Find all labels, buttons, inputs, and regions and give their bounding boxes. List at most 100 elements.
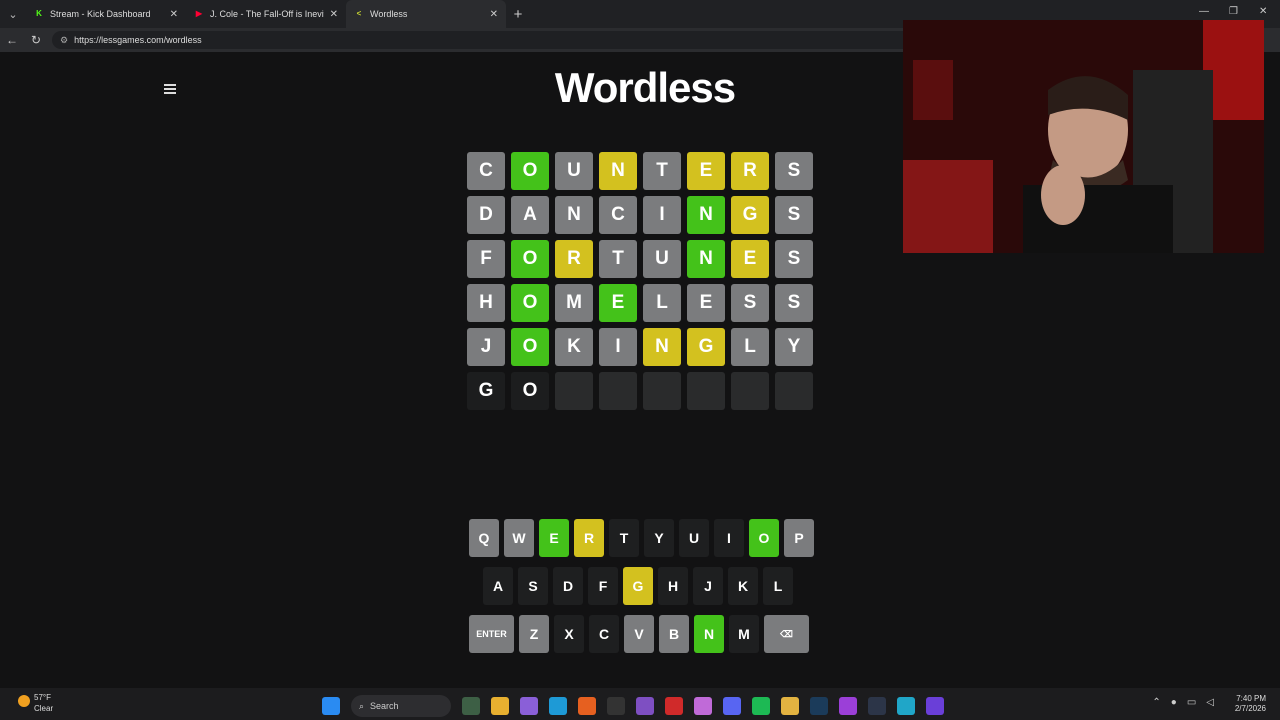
- key-h[interactable]: H: [658, 567, 688, 605]
- tray-chevron-icon[interactable]: ⌃: [1152, 697, 1160, 708]
- network-icon[interactable]: ▭: [1187, 697, 1196, 708]
- key-q[interactable]: Q: [469, 519, 499, 557]
- key-k[interactable]: K: [728, 567, 758, 605]
- board-tile: N: [643, 328, 681, 366]
- volume-icon[interactable]: ◁: [1206, 697, 1214, 708]
- board-tile: H: [467, 284, 505, 322]
- edge-icon[interactable]: [549, 697, 567, 715]
- board-tile: [643, 372, 681, 410]
- url-text: https://lessgames.com/wordless: [74, 35, 202, 45]
- menu-icon[interactable]: [162, 82, 178, 96]
- key-r[interactable]: R: [574, 519, 604, 557]
- board-tile: [775, 372, 813, 410]
- media-app-icon[interactable]: [665, 697, 683, 715]
- obs-icon[interactable]: [607, 697, 625, 715]
- key-g[interactable]: G: [623, 567, 653, 605]
- app-purple-icon[interactable]: [839, 697, 857, 715]
- tab-close-icon[interactable]: ✕: [170, 9, 178, 20]
- minimize-icon[interactable]: —: [1199, 6, 1209, 17]
- folder-icon[interactable]: [781, 697, 799, 715]
- key-n[interactable]: N: [694, 615, 724, 653]
- board-tile: A: [511, 196, 549, 234]
- key-l[interactable]: L: [763, 567, 793, 605]
- backspace-key[interactable]: ⌫: [764, 615, 809, 653]
- tab-list-chevron-icon[interactable]: ⌄: [0, 0, 26, 28]
- board-tile: D: [467, 196, 505, 234]
- key-v[interactable]: V: [624, 615, 654, 653]
- key-b[interactable]: B: [659, 615, 689, 653]
- reload-button[interactable]: ↻: [24, 28, 48, 52]
- app-cyan-icon[interactable]: [897, 697, 915, 715]
- weather-widget[interactable]: 57°F Clear: [18, 692, 53, 714]
- new-tab-button[interactable]: +: [506, 0, 530, 28]
- widgets-icon[interactable]: [462, 697, 480, 715]
- webcam-overlay: [903, 20, 1264, 253]
- board-tile: S: [775, 196, 813, 234]
- key-d[interactable]: D: [553, 567, 583, 605]
- copilot-icon[interactable]: [520, 697, 538, 715]
- key-i[interactable]: I: [714, 519, 744, 557]
- discord-icon[interactable]: [723, 697, 741, 715]
- key-e[interactable]: E: [539, 519, 569, 557]
- fx-icon[interactable]: [926, 697, 944, 715]
- board-tile: G: [467, 372, 505, 410]
- clock-time: 7:40 PM: [1236, 694, 1266, 703]
- taskbar-search[interactable]: ⌕ Search: [351, 695, 451, 717]
- app-icon[interactable]: [636, 697, 654, 715]
- board-tile: M: [555, 284, 593, 322]
- key-s[interactable]: S: [518, 567, 548, 605]
- key-m[interactable]: M: [729, 615, 759, 653]
- board-tile: F: [467, 240, 505, 278]
- browser-tab[interactable]: K Stream - Kick Dashboard ✕: [26, 0, 186, 28]
- clock[interactable]: 7:40 PM 2/7/2026: [1235, 694, 1266, 714]
- key-p[interactable]: P: [784, 519, 814, 557]
- search-icon: ⌕: [359, 700, 365, 711]
- close-window-icon[interactable]: ✕: [1259, 6, 1267, 17]
- key-y[interactable]: Y: [644, 519, 674, 557]
- key-u[interactable]: U: [679, 519, 709, 557]
- board-tile: K: [555, 328, 593, 366]
- key-o[interactable]: O: [749, 519, 779, 557]
- key-z[interactable]: Z: [519, 615, 549, 653]
- url-field[interactable]: ⚙ https://lessgames.com/wordless: [52, 31, 922, 49]
- board-row: DANCINGS: [467, 196, 813, 234]
- key-j[interactable]: J: [693, 567, 723, 605]
- site-info-icon[interactable]: ⚙: [60, 35, 68, 46]
- firefox-icon[interactable]: [578, 697, 596, 715]
- board-tile: I: [599, 328, 637, 366]
- tab-close-icon[interactable]: ✕: [330, 9, 338, 20]
- app-dark-icon[interactable]: [868, 697, 886, 715]
- back-button[interactable]: ←: [0, 28, 24, 52]
- tab-close-icon[interactable]: ✕: [490, 9, 498, 20]
- board-tile: R: [731, 152, 769, 190]
- browser-tab[interactable]: < Wordless ✕: [346, 0, 506, 28]
- enter-key[interactable]: ENTER: [469, 615, 514, 653]
- board-tile: [599, 372, 637, 410]
- board-tile: T: [643, 152, 681, 190]
- board-tile: N: [599, 152, 637, 190]
- file-explorer-icon[interactable]: [491, 697, 509, 715]
- key-f[interactable]: F: [588, 567, 618, 605]
- game-board: COUNTERSDANCINGSFORTUNESHOMELESSJOKINGLY…: [467, 152, 813, 416]
- mic-icon[interactable]: ●: [1171, 697, 1177, 708]
- key-c[interactable]: C: [589, 615, 619, 653]
- spotify-icon[interactable]: [752, 697, 770, 715]
- board-tile: S: [775, 240, 813, 278]
- key-a[interactable]: A: [483, 567, 513, 605]
- itunes-icon[interactable]: [694, 697, 712, 715]
- board-tile: E: [687, 284, 725, 322]
- key-w[interactable]: W: [504, 519, 534, 557]
- key-t[interactable]: T: [609, 519, 639, 557]
- board-tile: S: [775, 152, 813, 190]
- tab-favicon-icon: K: [36, 9, 42, 18]
- steam-icon[interactable]: [810, 697, 828, 715]
- tab-favicon-icon: ▶: [195, 9, 203, 18]
- board-tile: L: [643, 284, 681, 322]
- board-tile: R: [555, 240, 593, 278]
- browser-tab[interactable]: ▶ J. Cole - The Fall-Off is Inevitable ✕: [186, 0, 346, 28]
- key-x[interactable]: X: [554, 615, 584, 653]
- restore-icon[interactable]: ❐: [1229, 6, 1238, 17]
- board-tile: L: [731, 328, 769, 366]
- board-tile: U: [643, 240, 681, 278]
- windows-start-icon[interactable]: [322, 697, 340, 715]
